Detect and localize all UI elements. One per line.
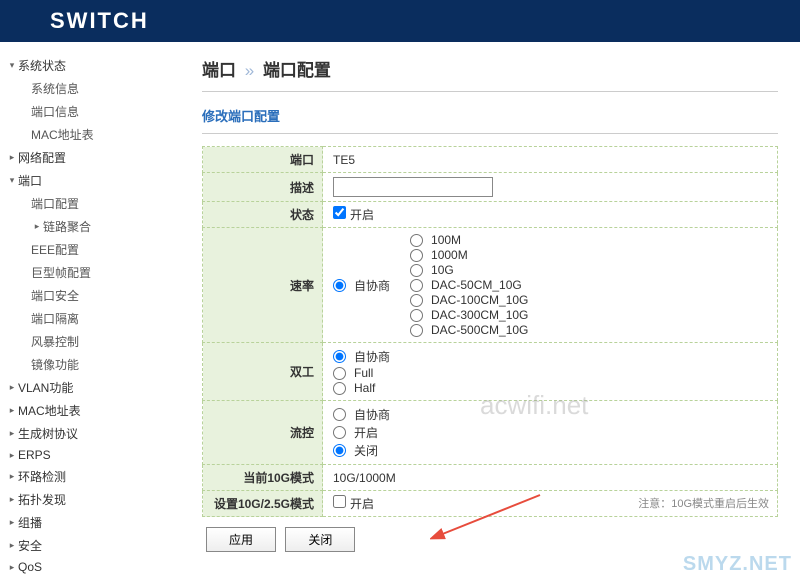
header: SWITCH (0, 0, 800, 42)
status-checkbox[interactable] (333, 206, 346, 219)
speed-option-label: 1000M (431, 248, 468, 262)
sidebar-item-qos[interactable]: ▸QoS (6, 557, 180, 577)
caret-right-icon: ▸ (6, 562, 18, 573)
speed-option-label: 100M (431, 233, 461, 247)
speed-option-radio[interactable] (410, 294, 423, 307)
speed-option-radio[interactable] (410, 309, 423, 322)
sidebar-item-port-security[interactable]: 端口安全 (31, 284, 180, 307)
sidebar-item-mac-table[interactable]: MAC地址表 (31, 123, 180, 146)
speed-auto-label: 自协商 (354, 277, 390, 294)
sidebar-item-label: 系统状态 (18, 57, 66, 74)
sidebar-item-system-status[interactable]: ▾系统状态 (6, 54, 180, 77)
status-checkbox-label: 开启 (350, 208, 374, 222)
sidebar-item-port-info[interactable]: 端口信息 (31, 100, 180, 123)
set10g-checkbox-label: 开启 (350, 497, 374, 511)
sidebar-item-mirror[interactable]: 镜像功能 (31, 353, 180, 376)
sidebar-item-security[interactable]: ▸安全 (6, 534, 180, 557)
caret-right-icon: ▸ (6, 494, 18, 505)
logo: SWITCH (50, 8, 149, 34)
label-port: 端口 (203, 147, 323, 173)
sidebar: ▾系统状态 系统信息 端口信息 MAC地址表 ▸网络配置 ▾端口 端口配置 ▸链… (0, 42, 180, 578)
sidebar-item-jumbo[interactable]: 巨型帧配置 (31, 261, 180, 284)
caret-right-icon: ▸ (6, 405, 18, 416)
duplex-option-radio[interactable] (333, 382, 346, 395)
sidebar-item-stp[interactable]: ▸生成树协议 (6, 422, 180, 445)
set10g-checkbox[interactable] (333, 495, 346, 508)
sidebar-item-loop-detect[interactable]: ▸环路检测 (6, 465, 180, 488)
speed-option-radio[interactable] (410, 279, 423, 292)
sidebar-item-port-isolation[interactable]: 端口隔离 (31, 307, 180, 330)
sidebar-item-port[interactable]: ▾端口 (6, 169, 180, 192)
label-set10g: 设置10G/2.5G模式 (203, 491, 323, 517)
sidebar-item-eee[interactable]: EEE配置 (31, 238, 180, 261)
breadcrumb-part2: 端口配置 (263, 61, 331, 80)
value-cur10g: 10G/1000M (323, 465, 778, 491)
label-cur10g: 当前10G模式 (203, 465, 323, 491)
section-title: 修改端口配置 (202, 106, 778, 125)
desc-input[interactable] (333, 177, 493, 197)
caret-right-icon: ▸ (6, 450, 18, 461)
flowctl-option-radio[interactable] (333, 444, 346, 457)
speed-option-label: DAC-100CM_10G (431, 293, 528, 307)
label-duplex: 双工 (203, 343, 323, 401)
speed-option-radio[interactable] (410, 249, 423, 262)
caret-right-icon: ▸ (6, 382, 18, 393)
button-row: 应用 关闭 (202, 527, 778, 552)
label-flowctl: 流控 (203, 401, 323, 465)
caret-down-icon: ▾ (6, 60, 18, 71)
main-content: 端口 » 端口配置 修改端口配置 端口 TE5 描述 状态 开启 速率 (180, 42, 800, 578)
sidebar-item-multicast[interactable]: ▸组播 (6, 511, 180, 534)
duplex-option-radio[interactable] (333, 350, 346, 363)
speed-option-label: DAC-300CM_10G (431, 308, 528, 322)
sidebar-item-mac[interactable]: ▸MAC地址表 (6, 399, 180, 422)
speed-option-radio[interactable] (410, 324, 423, 337)
value-port: TE5 (323, 147, 778, 173)
label-desc: 描述 (203, 173, 323, 202)
caret-right-icon: ▸ (6, 540, 18, 551)
duplex-option-radio[interactable] (333, 367, 346, 380)
caret-right-icon: ▸ (31, 221, 43, 232)
caret-right-icon: ▸ (6, 152, 18, 163)
label-status: 状态 (203, 202, 323, 228)
breadcrumb: 端口 » 端口配置 (202, 56, 778, 81)
form-table: 端口 TE5 描述 状态 开启 速率 自协商 100M 1000M (202, 146, 778, 517)
apply-button[interactable]: 应用 (206, 527, 276, 552)
sidebar-item-link-agg[interactable]: ▸链路聚合 (31, 215, 180, 238)
close-button[interactable]: 关闭 (285, 527, 355, 552)
speed-option-radio[interactable] (410, 264, 423, 277)
caret-right-icon: ▸ (6, 517, 18, 528)
divider (202, 91, 778, 92)
caret-down-icon: ▾ (6, 175, 18, 186)
speed-option-label: 10G (431, 263, 454, 277)
caret-right-icon: ▸ (6, 471, 18, 482)
duplex-option-label: Full (354, 366, 373, 380)
sidebar-item-topology[interactable]: ▸拓扑发现 (6, 488, 180, 511)
duplex-option-label: Half (354, 381, 375, 395)
speed-option-label: DAC-50CM_10G (431, 278, 522, 292)
set10g-note: 注意：10G模式重启后生效 (638, 495, 769, 511)
sidebar-item-erps[interactable]: ▸ERPS (6, 445, 180, 465)
sidebar-item-port-config[interactable]: 端口配置 (31, 192, 180, 215)
flowctl-option-label: 开启 (354, 424, 378, 441)
caret-right-icon: ▸ (6, 428, 18, 439)
duplex-option-label: 自协商 (354, 348, 390, 365)
flowctl-option-radio[interactable] (333, 408, 346, 421)
sidebar-item-vlan[interactable]: ▸VLAN功能 (6, 376, 180, 399)
sidebar-item-system-info[interactable]: 系统信息 (31, 77, 180, 100)
divider (202, 133, 778, 134)
breadcrumb-separator: » (245, 61, 254, 80)
speed-option-label: DAC-500CM_10G (431, 323, 528, 337)
breadcrumb-part1: 端口 (202, 61, 236, 80)
label-speed: 速率 (203, 228, 323, 343)
sidebar-item-network-config[interactable]: ▸网络配置 (6, 146, 180, 169)
speed-option-radio[interactable] (410, 234, 423, 247)
flowctl-option-label: 自协商 (354, 406, 390, 423)
speed-auto-radio[interactable] (333, 279, 346, 292)
flowctl-option-label: 关闭 (354, 442, 378, 459)
flowctl-option-radio[interactable] (333, 426, 346, 439)
sidebar-item-storm-control[interactable]: 风暴控制 (31, 330, 180, 353)
